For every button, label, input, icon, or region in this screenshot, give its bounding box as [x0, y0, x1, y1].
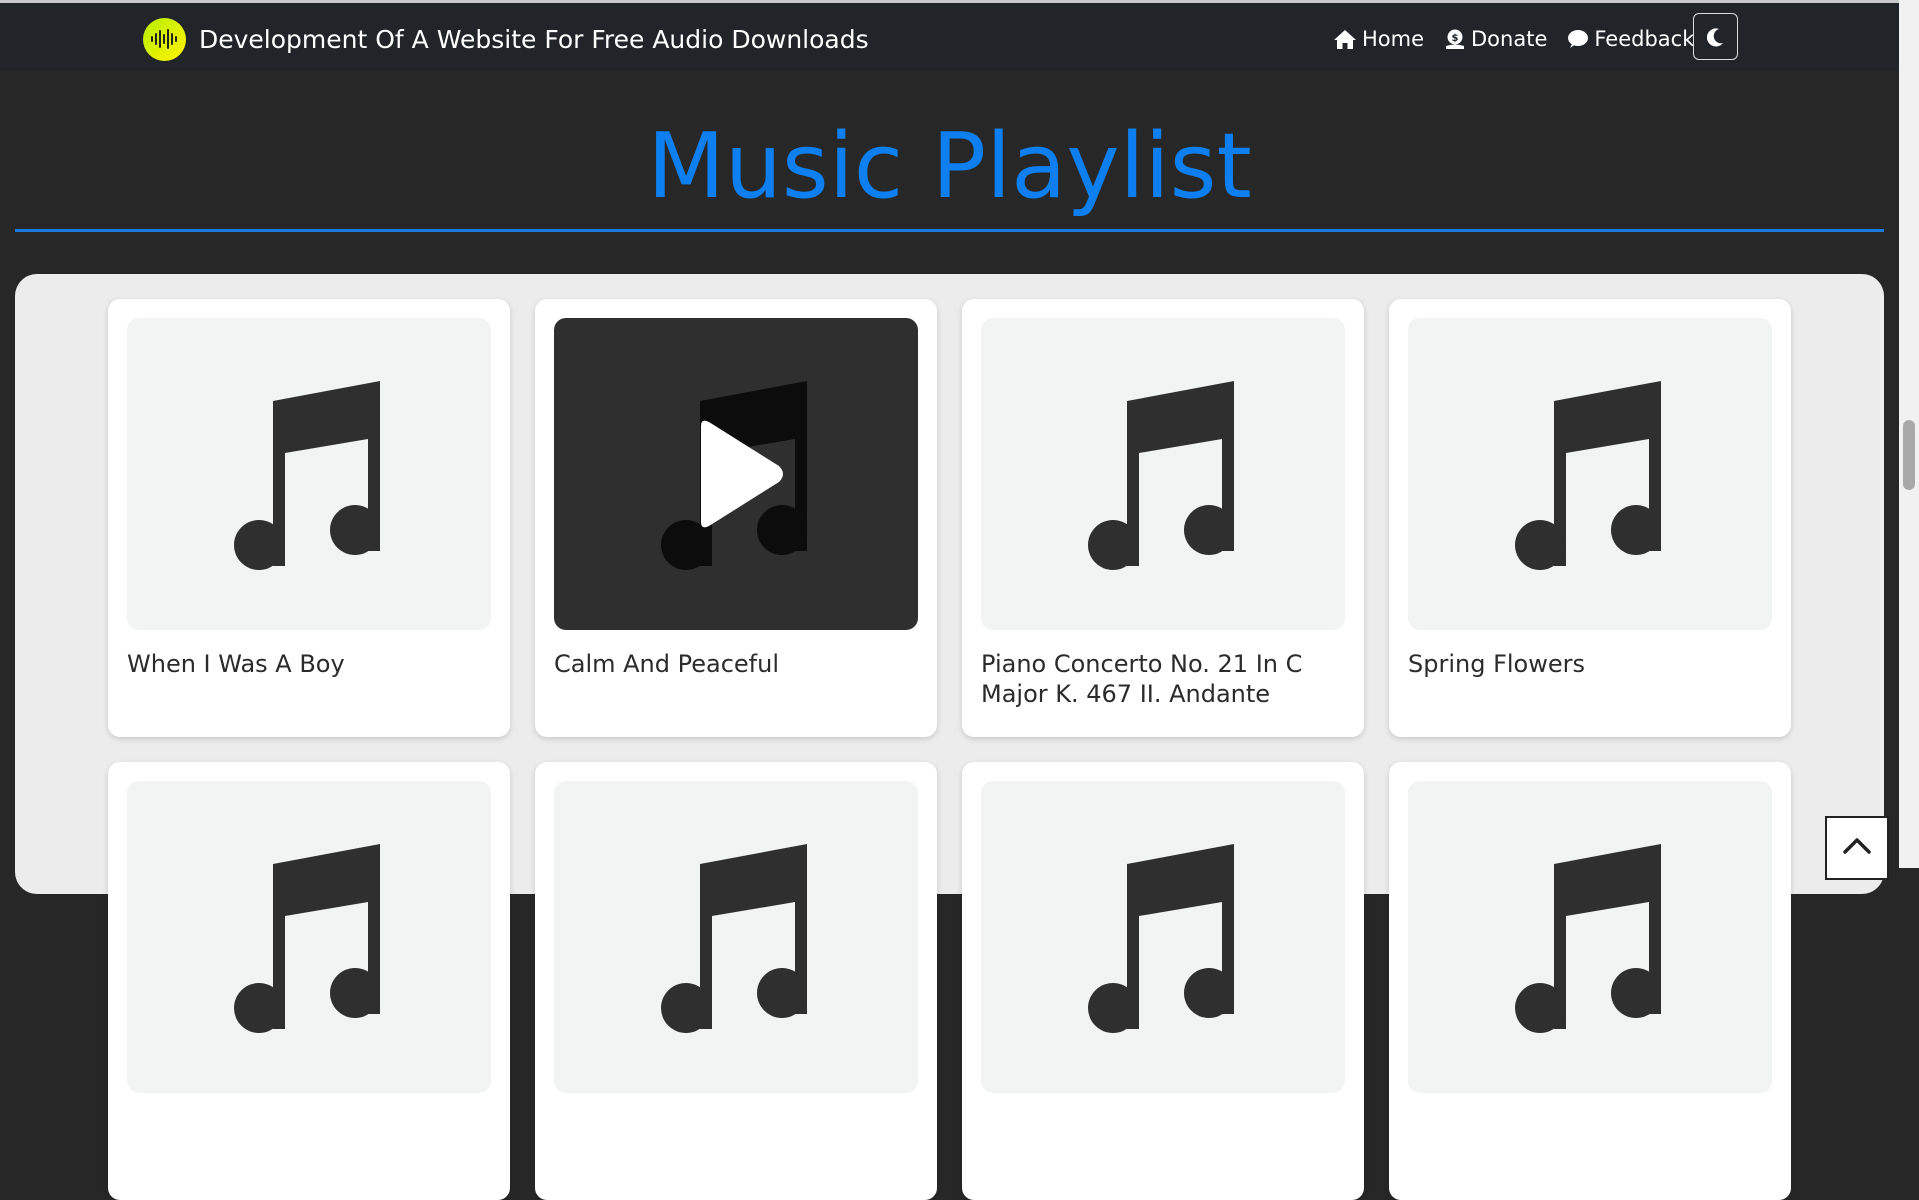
scrollbar-thumb[interactable]: [1903, 420, 1915, 490]
back-to-top-button[interactable]: [1825, 816, 1889, 880]
play-icon[interactable]: [687, 418, 787, 530]
nav-donate-link[interactable]: $ Donate: [1444, 27, 1547, 51]
nav-feedback-label: Feedback: [1594, 27, 1695, 51]
page-scrollbar[interactable]: [1899, 0, 1919, 868]
nav-feedback-link[interactable]: Feedback: [1567, 27, 1694, 51]
track-thumbnail: [554, 318, 918, 630]
track-thumbnail: [1408, 781, 1772, 1093]
track-thumbnail: [1408, 318, 1772, 630]
nav-donate-label: Donate: [1471, 27, 1548, 51]
title-divider: [15, 229, 1884, 232]
track-thumbnail: [981, 781, 1345, 1093]
moon-icon: [1706, 27, 1723, 46]
track-thumbnail: [127, 318, 491, 630]
track-title: Spring Flowers: [1408, 650, 1585, 678]
track-thumbnail: [554, 781, 918, 1093]
chevron-up-icon: [1843, 838, 1871, 854]
track-card[interactable]: [1389, 762, 1791, 1200]
track-card[interactable]: [108, 762, 510, 1200]
music-note-icon: [661, 844, 807, 1033]
page-title: Music Playlist: [647, 114, 1252, 219]
nav-home-label: Home: [1362, 27, 1425, 51]
track-title: Piano Concerto No. 21 In C Major K. 467 …: [981, 650, 1303, 708]
track-thumbnail: [127, 781, 491, 1093]
brand-title: Development Of A Website For Free Audio …: [199, 24, 869, 54]
feedback-icon: [1568, 30, 1589, 48]
playlist-panel: When I Was A Boy Calm And Peaceful Piano…: [15, 274, 1884, 1200]
track-card[interactable]: Piano Concerto No. 21 In C Major K. 467 …: [962, 299, 1364, 737]
track-card[interactable]: [535, 762, 937, 1200]
music-note-icon: [234, 844, 380, 1033]
nav-home-link[interactable]: Home: [1333, 27, 1424, 51]
track-title: When I Was A Boy: [127, 650, 345, 678]
home-icon: [1334, 29, 1356, 49]
music-note-icon: [1515, 381, 1661, 570]
navbar: Development Of A Website For Free Audio …: [0, 3, 1899, 71]
donate-icon: $: [1446, 29, 1465, 49]
track-thumbnail: [981, 318, 1345, 630]
track-card[interactable]: When I Was A Boy: [108, 299, 510, 737]
track-card[interactable]: [962, 762, 1364, 1200]
brand[interactable]: Development Of A Website For Free Audio …: [143, 17, 869, 61]
track-card[interactable]: Calm And Peaceful: [535, 299, 937, 737]
audio-wave-logo-icon: [143, 17, 186, 61]
music-note-icon: [234, 381, 380, 570]
track-card[interactable]: Spring Flowers: [1389, 299, 1791, 737]
music-note-icon: [1088, 381, 1234, 570]
svg-text:$: $: [1452, 33, 1459, 44]
music-note-icon: [1088, 844, 1234, 1033]
track-title: Calm And Peaceful: [554, 650, 780, 678]
theme-toggle-button[interactable]: [1693, 13, 1738, 60]
music-note-icon: [1515, 844, 1661, 1033]
nav-links: Home $ Donate Feedback: [1333, 19, 1714, 59]
